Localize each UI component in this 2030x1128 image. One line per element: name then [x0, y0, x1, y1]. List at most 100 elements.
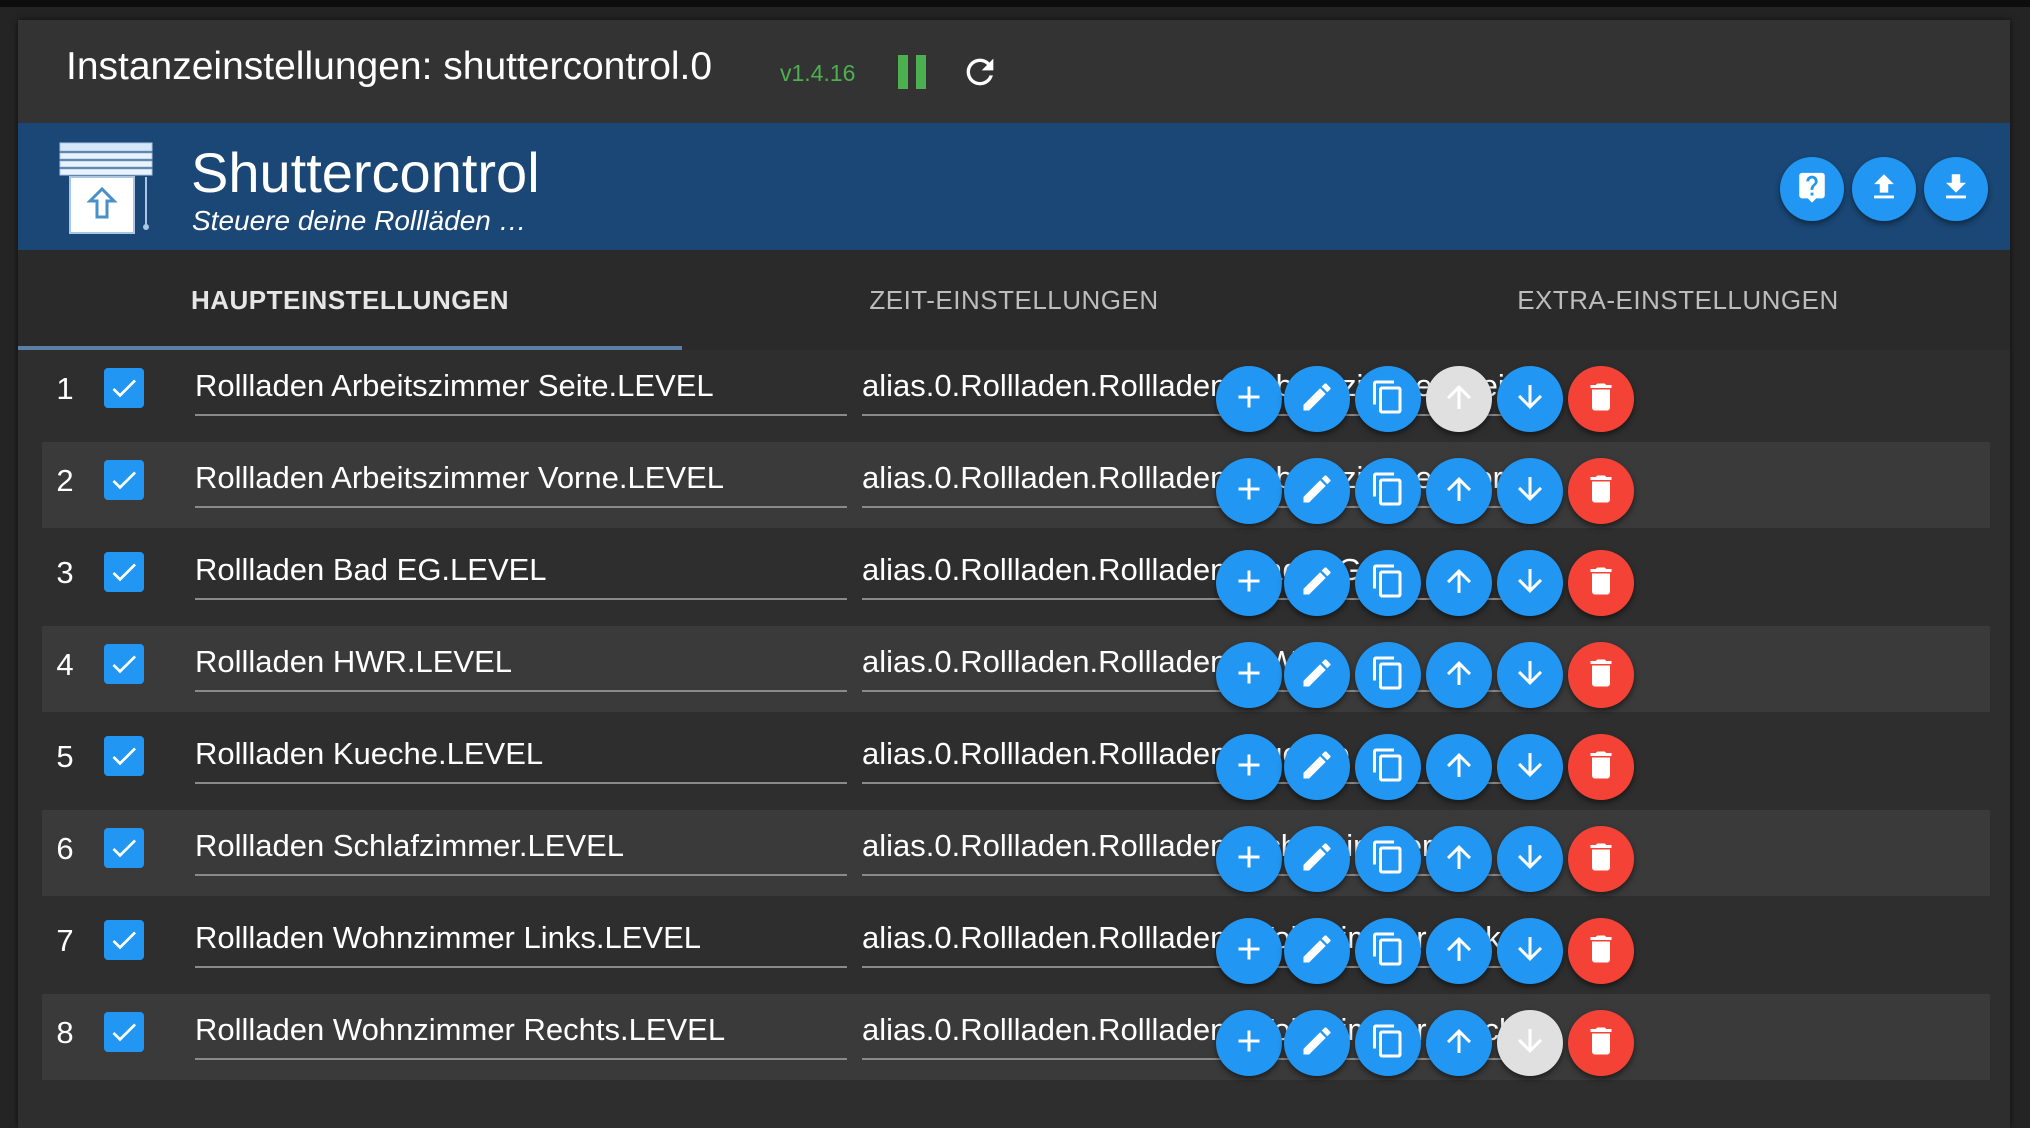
- edit-button[interactable]: [1284, 1010, 1350, 1076]
- delete-button[interactable]: [1568, 366, 1634, 432]
- edit-button[interactable]: [1284, 366, 1350, 432]
- enabled-checkbox[interactable]: [104, 368, 144, 408]
- delete-button[interactable]: [1568, 826, 1634, 892]
- move-up-button[interactable]: [1426, 826, 1492, 892]
- shutter-row: 5 Rollladen Kueche.LEVEL alias.0.Rollladen…: [42, 718, 1990, 804]
- delete-button[interactable]: [1568, 1010, 1634, 1076]
- copy-button[interactable]: [1355, 642, 1421, 708]
- copy-button[interactable]: [1355, 1010, 1421, 1076]
- move-down-button[interactable]: [1497, 366, 1563, 432]
- move-down-button[interactable]: [1497, 550, 1563, 616]
- move-up-button[interactable]: [1426, 918, 1492, 984]
- upload-button[interactable]: [1852, 157, 1916, 221]
- arrow-up-icon: [1441, 563, 1477, 604]
- add-button[interactable]: [1216, 642, 1282, 708]
- download-button[interactable]: [1924, 157, 1988, 221]
- arrow-up-icon: [1441, 655, 1477, 696]
- move-down-button[interactable]: [1497, 458, 1563, 524]
- add-button[interactable]: [1216, 734, 1282, 800]
- arrow-down-icon: [1512, 1023, 1548, 1064]
- row-number: 8: [56, 1015, 74, 1050]
- edit-button[interactable]: [1284, 458, 1350, 524]
- copy-button[interactable]: [1355, 366, 1421, 432]
- shutter-name-field[interactable]: Rollladen Bad EG.LEVEL: [195, 548, 847, 600]
- delete-button[interactable]: [1568, 550, 1634, 616]
- arrow-up-icon: [1441, 839, 1477, 880]
- enabled-checkbox[interactable]: [104, 552, 144, 592]
- pencil-icon: [1299, 931, 1335, 972]
- shutter-name-field[interactable]: Rollladen Wohnzimmer Links.LEVEL: [195, 916, 847, 968]
- move-up-button[interactable]: [1426, 734, 1492, 800]
- shutter-name-field[interactable]: Rollladen Kueche.LEVEL: [195, 732, 847, 784]
- shutter-row: 6 Rollladen Schlafzimmer.LEVEL alias.0.Rol…: [42, 810, 1990, 896]
- add-button[interactable]: [1216, 826, 1282, 892]
- tab-zeit-einstellungen[interactable]: ZEIT-EINSTELLUNGEN: [682, 250, 1346, 350]
- shutter-name-field[interactable]: Rollladen HWR.LEVEL: [195, 640, 847, 692]
- move-down-button[interactable]: [1497, 826, 1563, 892]
- help-button[interactable]: [1780, 157, 1844, 221]
- add-button[interactable]: [1216, 366, 1282, 432]
- arrow-down-icon: [1512, 471, 1548, 512]
- object-id-field[interactable]: alias.0.Rollladen.Rollladen_Schlafzimmer: [862, 824, 1522, 876]
- enabled-checkbox[interactable]: [104, 644, 144, 684]
- tab-extra-einstellungen[interactable]: EXTRA-EINSTELLUNGEN: [1346, 250, 2010, 350]
- object-id-field[interactable]: alias.0.Rollladen.Rollladen_Kueche: [862, 732, 1522, 784]
- reload-icon[interactable]: [960, 52, 1000, 92]
- move-up-button: [1426, 366, 1492, 432]
- copy-icon: [1370, 563, 1406, 604]
- arrow-up-icon: [1441, 379, 1477, 420]
- trash-icon: [1583, 747, 1619, 788]
- edit-button[interactable]: [1284, 734, 1350, 800]
- copy-button[interactable]: [1355, 550, 1421, 616]
- tab-haupteinstellungen[interactable]: HAUPTEINSTELLUNGEN: [18, 250, 682, 350]
- object-id-field[interactable]: alias.0.Rollladen.Rollladen_Arbeitszimme…: [862, 364, 1522, 416]
- object-id-field[interactable]: alias.0.Rollladen.Rollladen_Arbeitszimme…: [862, 456, 1522, 508]
- shutter-name-field[interactable]: Rollladen Schlafzimmer.LEVEL: [195, 824, 847, 876]
- edit-button[interactable]: [1284, 826, 1350, 892]
- plus-icon: [1231, 563, 1267, 604]
- move-up-button[interactable]: [1426, 550, 1492, 616]
- move-up-button[interactable]: [1426, 458, 1492, 524]
- copy-button[interactable]: [1355, 734, 1421, 800]
- enabled-checkbox[interactable]: [104, 736, 144, 776]
- edit-button[interactable]: [1284, 550, 1350, 616]
- move-up-button[interactable]: [1426, 1010, 1492, 1076]
- row-number: 2: [56, 463, 74, 498]
- move-down-button[interactable]: [1497, 918, 1563, 984]
- trash-icon: [1583, 839, 1619, 880]
- pencil-icon: [1299, 379, 1335, 420]
- delete-button[interactable]: [1568, 734, 1634, 800]
- edit-button[interactable]: [1284, 918, 1350, 984]
- object-id-field[interactable]: alias.0.Rollladen.Rollladen_Bad_EG: [862, 548, 1522, 600]
- arrow-down-icon: [1512, 655, 1548, 696]
- enabled-checkbox[interactable]: [104, 460, 144, 500]
- object-id-field[interactable]: alias.0.Rollladen.Rollladen_Wohnzimmer_L…: [862, 916, 1522, 968]
- move-down-button[interactable]: [1497, 734, 1563, 800]
- move-up-button[interactable]: [1426, 642, 1492, 708]
- arrow-up-icon: [1441, 931, 1477, 972]
- add-button[interactable]: [1216, 918, 1282, 984]
- enabled-checkbox[interactable]: [104, 1012, 144, 1052]
- pause-icon[interactable]: [898, 55, 926, 89]
- delete-button[interactable]: [1568, 918, 1634, 984]
- delete-button[interactable]: [1568, 458, 1634, 524]
- copy-button[interactable]: [1355, 458, 1421, 524]
- object-id-field[interactable]: alias.0.Rollladen.Rollladen_HWR: [862, 640, 1522, 692]
- copy-button[interactable]: [1355, 826, 1421, 892]
- move-down-button[interactable]: [1497, 642, 1563, 708]
- copy-icon: [1370, 1023, 1406, 1064]
- add-button[interactable]: [1216, 550, 1282, 616]
- delete-button[interactable]: [1568, 642, 1634, 708]
- enabled-checkbox[interactable]: [104, 828, 144, 868]
- add-button[interactable]: [1216, 1010, 1282, 1076]
- shutter-name-field[interactable]: Rollladen Arbeitszimmer Seite.LEVEL: [195, 364, 847, 416]
- edit-button[interactable]: [1284, 642, 1350, 708]
- plus-icon: [1231, 931, 1267, 972]
- enabled-checkbox[interactable]: [104, 920, 144, 960]
- shutter-name-field[interactable]: Rollladen Arbeitszimmer Vorne.LEVEL: [195, 456, 847, 508]
- object-id-field[interactable]: alias.0.Rollladen.Rollladen_Wohnzimmer_R…: [862, 1008, 1522, 1060]
- add-button[interactable]: [1216, 458, 1282, 524]
- copy-icon: [1370, 471, 1406, 512]
- copy-button[interactable]: [1355, 918, 1421, 984]
- shutter-name-field[interactable]: Rollladen Wohnzimmer Rechts.LEVEL: [195, 1008, 847, 1060]
